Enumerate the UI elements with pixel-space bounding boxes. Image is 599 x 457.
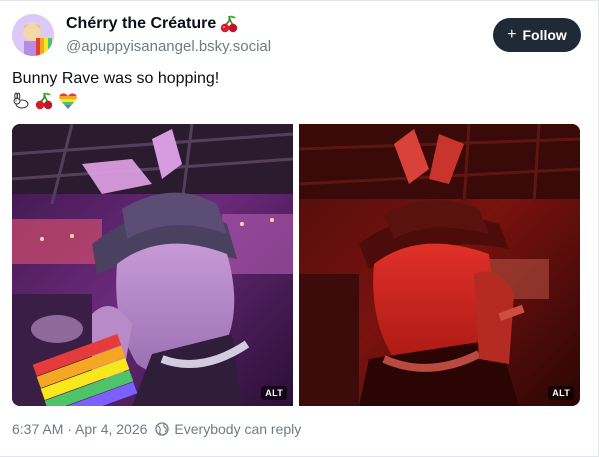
avatar[interactable] <box>12 14 54 56</box>
post-media: ALT ALT <box>12 124 580 406</box>
follow-button[interactable]: + Follow <box>493 18 581 52</box>
reply-setting: Everybody can reply <box>155 421 301 437</box>
follow-button-label: Follow <box>522 27 567 43</box>
frame-top-border <box>0 0 599 1</box>
cherries-icon <box>35 92 53 110</box>
cherries-icon <box>221 15 238 33</box>
photo-2[interactable]: ALT <box>299 124 580 406</box>
alt-badge[interactable]: ALT <box>261 386 287 400</box>
display-name[interactable]: Chérry the Créature <box>66 14 216 34</box>
author-info: Chérry the Créature @apuppyisanangel.bsk… <box>66 14 271 57</box>
display-name-row[interactable]: Chérry the Créature <box>66 14 271 34</box>
post-header: Chérry the Créature @apuppyisanangel.bsk… <box>12 14 581 58</box>
alt-badge[interactable]: ALT <box>548 386 574 400</box>
post-emojis <box>12 92 78 110</box>
photo-2-image <box>299 124 580 406</box>
reply-setting-label: Everybody can reply <box>174 421 302 437</box>
post-text: Bunny Rave was so hopping! <box>12 70 220 87</box>
rainbow-avatar-icon <box>12 14 54 56</box>
plus-icon: + <box>507 26 517 43</box>
rainbow-heart-icon <box>59 93 77 110</box>
post-footer: 6:37 AM · Apr 4, 2026 Everybody can repl… <box>12 421 301 437</box>
earth-icon <box>155 422 170 436</box>
photo-1-image <box>12 124 293 406</box>
post-timestamp[interactable]: 6:37 AM · Apr 4, 2026 <box>12 421 147 437</box>
author-handle[interactable]: @apuppyisanangel.bsky.social <box>66 37 271 57</box>
photo-1[interactable]: ALT <box>12 124 293 406</box>
rabbit-icon <box>13 92 29 109</box>
